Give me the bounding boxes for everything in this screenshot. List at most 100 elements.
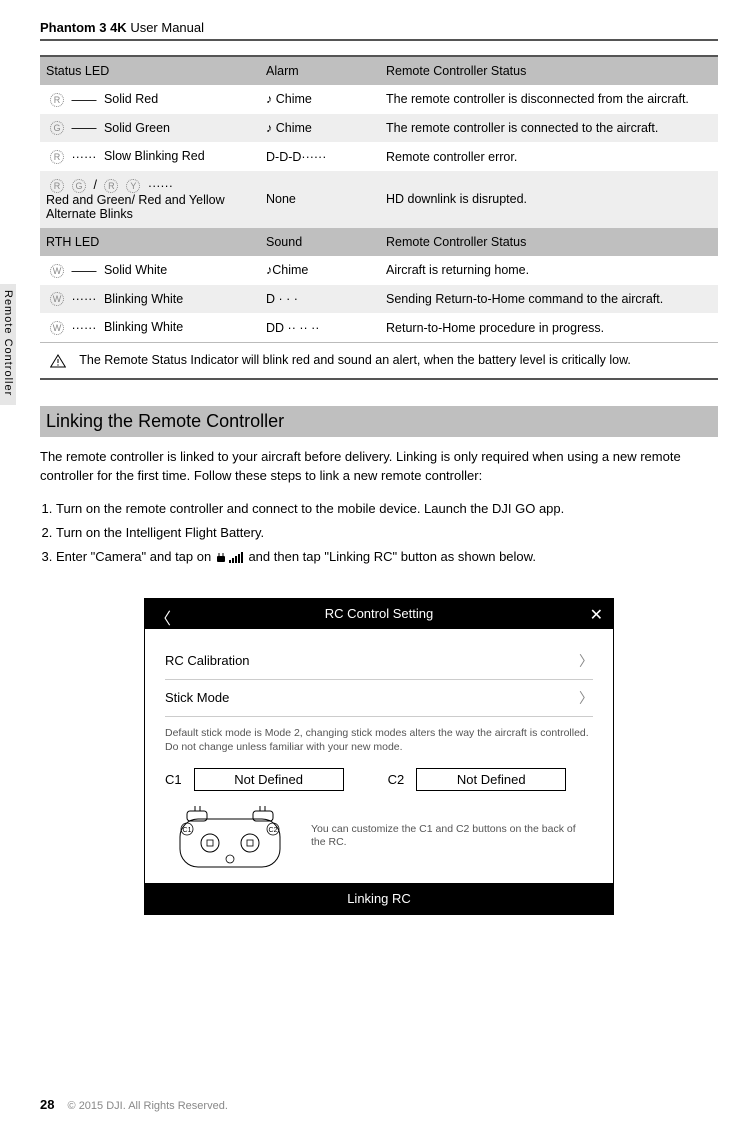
- led-label: Blinking White: [104, 292, 183, 306]
- close-icon[interactable]: ✕: [590, 605, 603, 625]
- warning-icon: [50, 354, 66, 368]
- table-row: R ······ Slow Blinking Red D-D-D······ R…: [40, 142, 718, 171]
- rc-diagram-note: You can customize the C1 and C2 buttons …: [311, 823, 593, 850]
- stick-mode-note: Default stick mode is Mode 2, changing s…: [165, 727, 593, 754]
- led-white-icon: W: [50, 292, 64, 306]
- table-header-2: RTH LED Sound Remote Controller Status: [40, 228, 718, 256]
- svg-text:C1: C1: [183, 827, 192, 834]
- rc-calibration-label: RC Calibration: [165, 653, 250, 668]
- led-label: Slow Blinking Red: [104, 149, 205, 163]
- section-title: Linking the Remote Controller: [40, 406, 718, 437]
- status-text: Sending Return-to-Home command to the ai…: [380, 285, 718, 314]
- chevron-right-icon: 〉: [579, 688, 593, 708]
- table-row: RG / RY ······ Red and Green/ Red and Ye…: [40, 171, 718, 228]
- led-label: Solid Green: [104, 121, 170, 135]
- status-text: HD downlink is disrupted.: [380, 171, 718, 228]
- th-rc-status: Remote Controller Status: [380, 228, 718, 256]
- c1-label: C1: [165, 772, 182, 787]
- th-status-led: Status LED: [40, 56, 260, 85]
- custom-button-row: C1 Not Defined C2 Not Defined: [165, 768, 593, 791]
- table-row: G —— Solid Green ♪ Chime The remote cont…: [40, 114, 718, 143]
- table-row: W —— Solid White ♪Chime Aircraft is retu…: [40, 256, 718, 285]
- alarm-text: None: [266, 192, 296, 206]
- linking-rc-button[interactable]: Linking RC: [145, 883, 613, 914]
- c2-value: Not Defined: [457, 772, 526, 787]
- led-red-icon: R: [50, 93, 64, 107]
- step-2: Turn on the Intelligent Flight Battery.: [56, 522, 718, 544]
- copyright: © 2015 DJI. All Rights Reserved.: [68, 1100, 228, 1112]
- led-pattern: ——: [71, 93, 96, 107]
- rc-control-panel: 〈 RC Control Setting ✕ RC Calibration 〉 …: [144, 598, 614, 915]
- status-text: Remote controller error.: [380, 142, 718, 171]
- side-tab-label: Remote Controller: [2, 290, 14, 396]
- alarm-text: D-D-D······: [266, 150, 326, 164]
- led-red-icon: R: [50, 150, 64, 164]
- status-text: The remote controller is connected to th…: [380, 114, 718, 143]
- step-3: Enter "Camera" and tap on and then tap "…: [56, 546, 718, 568]
- page-footer: 28 © 2015 DJI. All Rights Reserved.: [40, 1097, 228, 1112]
- led-pattern: ······: [148, 179, 173, 193]
- step-1: Turn on the remote controller and connec…: [56, 498, 718, 520]
- table-row: W ······ Blinking White D · · · Sending …: [40, 285, 718, 314]
- led-pattern: ······: [71, 150, 96, 164]
- led-pattern: ······: [71, 292, 96, 306]
- th-alarm: Alarm: [260, 56, 380, 85]
- svg-text:C2: C2: [269, 827, 278, 834]
- led-white-icon: W: [50, 264, 64, 278]
- table-header-1: Status LED Alarm Remote Controller Statu…: [40, 56, 718, 85]
- led-yellow-icon: Y: [126, 179, 140, 193]
- section-intro: The remote controller is linked to your …: [40, 447, 718, 486]
- c1-select[interactable]: Not Defined: [194, 768, 344, 791]
- th-rc-status: Remote Controller Status: [380, 56, 718, 85]
- product-name: Phantom 3 4K: [40, 20, 127, 35]
- back-icon[interactable]: 〈: [155, 605, 171, 629]
- led-red-icon: R: [50, 179, 64, 193]
- c1-value: Not Defined: [234, 772, 303, 787]
- linking-rc-label: Linking RC: [347, 891, 411, 906]
- led-label: Solid White: [104, 263, 167, 277]
- alarm-text: Chime: [272, 121, 312, 135]
- rc-back-diagram-icon: C1 C2: [165, 801, 295, 871]
- warning-row: The Remote Status Indicator will blink r…: [40, 342, 718, 378]
- header-rule: [40, 39, 718, 41]
- warning-text: The Remote Status Indicator will blink r…: [79, 353, 631, 367]
- led-white-icon: W: [50, 321, 64, 335]
- table-row: W ······ Blinking White DD ·· ·· ·· Retu…: [40, 313, 718, 342]
- led-label: Red and Green/ Red and Yellow Alternate …: [46, 193, 225, 221]
- rc-signal-icon: [217, 550, 243, 564]
- c2-label: C2: [388, 772, 405, 787]
- side-tab: Remote Controller: [0, 284, 16, 405]
- alarm-text: Chime: [272, 263, 308, 277]
- rc-titlebar: 〈 RC Control Setting ✕: [145, 599, 613, 629]
- led-pattern: ——: [71, 264, 96, 278]
- alarm-text: D · · ·: [266, 292, 298, 306]
- stick-mode-label: Stick Mode: [165, 690, 229, 705]
- alarm-text: DD ·· ·· ··: [266, 321, 319, 335]
- chevron-right-icon: 〉: [579, 651, 593, 671]
- c2-select[interactable]: Not Defined: [416, 768, 566, 791]
- step-3a: Enter "Camera" and tap on: [56, 549, 215, 564]
- led-red-icon: R: [104, 179, 118, 193]
- table-row: R —— Solid Red ♪ Chime The remote contro…: [40, 85, 718, 114]
- rc-panel-title: RC Control Setting: [325, 606, 433, 621]
- page-number: 28: [40, 1097, 54, 1112]
- stick-mode-row[interactable]: Stick Mode 〉: [165, 680, 593, 717]
- step-3b: and then tap "Linking RC" button as show…: [248, 549, 535, 564]
- status-text: Aircraft is returning home.: [380, 256, 718, 285]
- steps-list: Turn on the remote controller and connec…: [40, 498, 718, 568]
- led-label: Blinking White: [104, 320, 183, 334]
- alarm-text: Chime: [272, 92, 312, 106]
- status-text: Return-to-Home procedure in progress.: [380, 313, 718, 342]
- led-label: Solid Red: [104, 92, 158, 106]
- rc-calibration-row[interactable]: RC Calibration 〉: [165, 643, 593, 680]
- status-led-table: Status LED Alarm Remote Controller Statu…: [40, 55, 718, 380]
- th-sound: Sound: [260, 228, 380, 256]
- th-rth-led: RTH LED: [40, 228, 260, 256]
- led-green-icon: G: [50, 121, 64, 135]
- status-text: The remote controller is disconnected fr…: [380, 85, 718, 114]
- led-green-icon: G: [72, 179, 86, 193]
- led-pattern: ······: [71, 321, 96, 335]
- led-pattern: ——: [71, 121, 96, 135]
- doc-type: User Manual: [130, 20, 204, 35]
- doc-header: Phantom 3 4K User Manual: [40, 20, 718, 35]
